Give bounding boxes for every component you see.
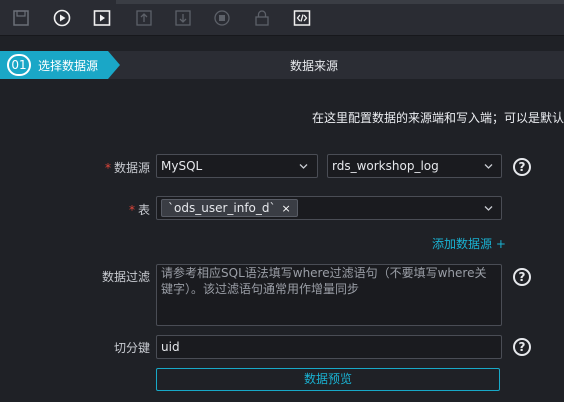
chevron-down-icon — [299, 162, 308, 171]
chevron-down-icon — [484, 162, 493, 171]
datasource-label: * 数据源 — [96, 159, 150, 176]
table-tag-text: `ods_user_info_d` — [168, 201, 276, 215]
split-key-input[interactable]: uid — [156, 335, 502, 359]
add-datasource-link[interactable]: 添加数据源 + — [432, 235, 506, 252]
help-icon[interactable]: ? — [513, 338, 531, 356]
step-bar: 01 选择数据源 数据来源 — [0, 51, 564, 79]
run-config-icon[interactable] — [93, 9, 111, 27]
toolbar — [0, 0, 564, 36]
data-preview-button[interactable]: 数据预览 — [156, 368, 500, 391]
save-icon[interactable] — [12, 9, 30, 27]
submit-icon[interactable] — [135, 9, 153, 27]
datasource-type-value: MySQL — [161, 159, 203, 173]
datasource-name-select[interactable]: rds_workshop_log — [327, 154, 502, 178]
table-tag: `ods_user_info_d` × — [161, 199, 298, 217]
step-number: 01 — [7, 54, 31, 76]
datasource-label-text: 数据源 — [113, 161, 150, 175]
code-mode-icon[interactable] — [293, 9, 311, 27]
close-icon[interactable]: × — [282, 202, 291, 215]
step-select-datasource[interactable]: 01 选择数据源 — [0, 51, 120, 79]
datasource-type-select[interactable]: MySQL — [156, 154, 318, 178]
required-mark: * — [128, 203, 135, 217]
lock-icon[interactable] — [253, 9, 271, 27]
stop-icon[interactable] — [213, 9, 231, 27]
table-label-text: 表 — [137, 203, 150, 217]
download-icon[interactable] — [174, 9, 192, 27]
required-mark: * — [104, 161, 111, 175]
toolbar-strip — [116, 0, 564, 4]
step-source-title: 数据来源 — [290, 59, 339, 73]
table-select[interactable]: `ods_user_info_d` × — [156, 196, 502, 220]
info-text: 在这里配置数据的来源端和写入端；可以是默认 — [312, 111, 564, 125]
filter-label: 数据过滤 — [101, 270, 150, 284]
table-label: * 表 — [96, 201, 150, 218]
help-icon[interactable]: ? — [513, 268, 531, 286]
help-icon[interactable]: ? — [513, 158, 531, 176]
chevron-down-icon — [484, 204, 493, 213]
datasource-name-value: rds_workshop_log — [332, 159, 439, 173]
filter-textarea[interactable]: 请参考相应SQL语法填写where过滤语句（不要填写where关键字）。该过滤语… — [156, 264, 502, 326]
split-key-label: 切分键 — [113, 341, 150, 355]
filter-placeholder: 请参考相应SQL语法填写where过滤语句（不要填写where关键字）。该过滤语… — [161, 266, 487, 296]
run-icon[interactable] — [53, 9, 71, 27]
step-label: 选择数据源 — [38, 59, 99, 73]
